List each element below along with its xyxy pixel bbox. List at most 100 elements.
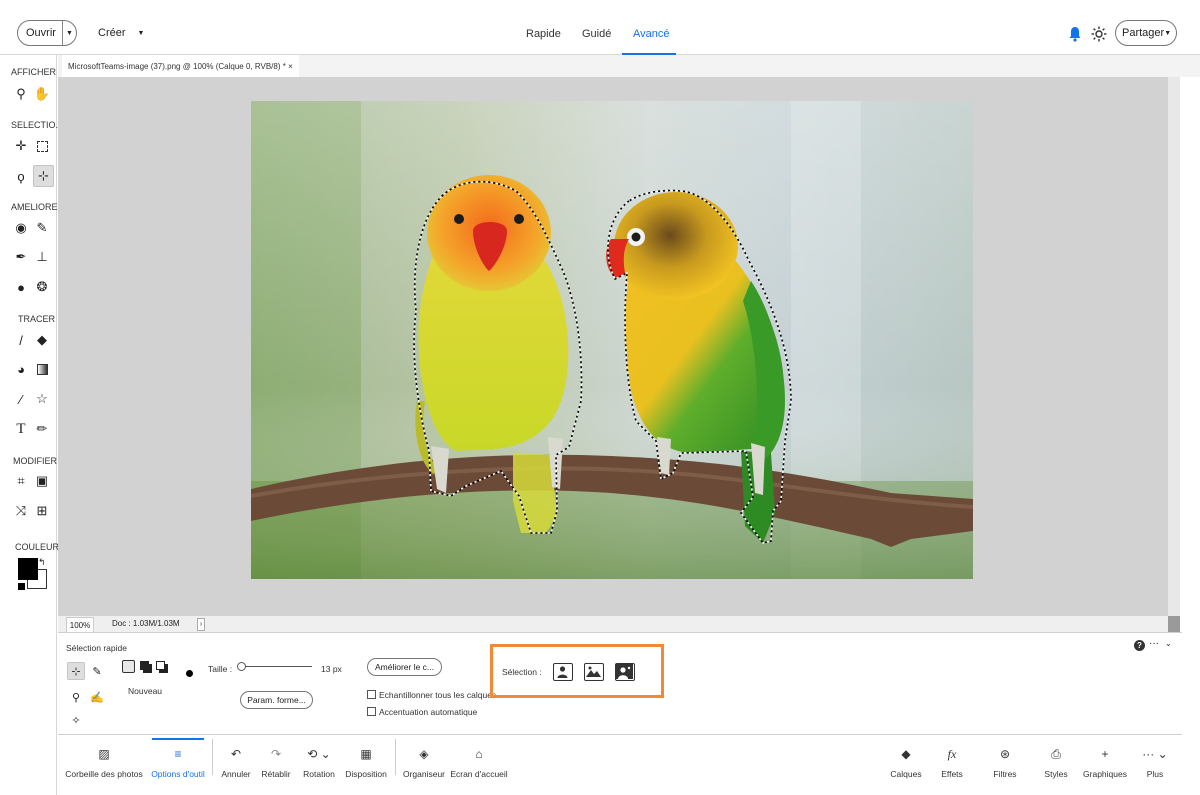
- layers-button[interactable]: ◆ Calques: [890, 735, 922, 779]
- spot-healing-icon[interactable]: ✎: [33, 219, 51, 237]
- filters-button[interactable]: ⊛ Filtres: [991, 735, 1019, 779]
- open-button-label[interactable]: Ouvrir: [18, 21, 63, 45]
- theme-icon[interactable]: [1091, 26, 1107, 42]
- size-slider-handle[interactable]: [237, 662, 246, 671]
- status-bar: 100% Doc : 1.03M/1.03M ›: [58, 616, 1168, 633]
- tab-guided[interactable]: Guidé: [582, 28, 611, 40]
- add-selection-icon[interactable]: [140, 661, 149, 670]
- redo-button[interactable]: ↷ Rétablir: [260, 735, 292, 779]
- content-aware-move-icon[interactable]: ⤨: [12, 502, 30, 520]
- refine-edge-button[interactable]: Améliorer le c...: [367, 658, 442, 676]
- rotate-button[interactable]: ⟲ ⌄ Rotation: [303, 735, 335, 779]
- size-slider[interactable]: [240, 666, 312, 667]
- section-color: COULEUR: [15, 542, 60, 552]
- new-selection-icon[interactable]: [122, 660, 135, 673]
- create-button-label[interactable]: Créer: [98, 27, 126, 39]
- magic-wand-icon[interactable]: ✧: [67, 711, 85, 729]
- crop-icon[interactable]: ⌗: [12, 472, 30, 490]
- paint-bucket-icon[interactable]: ◕: [12, 360, 30, 378]
- auto-enhance-label: Accentuation automatique: [379, 707, 478, 717]
- select-subject-icon[interactable]: [553, 663, 573, 681]
- foreground-color-swatch[interactable]: [18, 558, 38, 580]
- collapse-icon[interactable]: ⌄: [1165, 639, 1172, 648]
- open-button[interactable]: Ouvrir ▼: [17, 20, 77, 46]
- organizer-icon: ◈: [419, 747, 429, 761]
- bottom-bar: ▨ Corbeille des photos ≡ Options d'outil ↶…: [58, 734, 1182, 795]
- custom-shape-icon[interactable]: ☆: [33, 390, 51, 408]
- clone-stamp-icon[interactable]: ⊥: [33, 248, 51, 266]
- parrots-photo[interactable]: [251, 101, 973, 579]
- help-icon[interactable]: ?: [1134, 640, 1145, 651]
- layout-icon: ▦: [360, 747, 372, 761]
- tools-panel: AFFICHER ⚲ ✋ SELECTIO... ✛ ϙ ⊹ AMELIORER…: [0, 55, 64, 795]
- lasso-icon[interactable]: ϙ: [12, 167, 30, 185]
- effects-button[interactable]: fx Effets: [939, 735, 965, 779]
- blur-icon[interactable]: ●: [12, 278, 30, 296]
- zoom-icon[interactable]: ⚲: [12, 85, 30, 103]
- move-icon[interactable]: ✛: [12, 137, 30, 155]
- filters-label: Filtres: [993, 769, 1017, 779]
- eyedropper-icon[interactable]: ⁄: [12, 390, 30, 408]
- organizer-label: Organiseur: [402, 769, 446, 779]
- create-button[interactable]: Créer ▼: [90, 20, 153, 46]
- size-value: 13 px: [321, 664, 342, 674]
- organizer-button[interactable]: ◈ Organiseur: [402, 735, 446, 779]
- chevron-down-icon[interactable]: ▼: [1164, 30, 1171, 37]
- home-screen-button[interactable]: ⌂ Ecran d'accueil: [450, 735, 507, 779]
- hand-icon[interactable]: ✋: [33, 85, 51, 103]
- chevron-right-icon[interactable]: ›: [197, 618, 205, 631]
- tab-expert[interactable]: Avancé: [633, 28, 670, 40]
- auto-selection-icon[interactable]: ⚲: [67, 688, 85, 706]
- bell-icon[interactable]: [1068, 26, 1082, 42]
- section-view: AFFICHER: [11, 67, 56, 77]
- refine-brush-icon[interactable]: ✍: [88, 688, 106, 706]
- brush-tip-icon: [186, 670, 193, 677]
- pencil-icon[interactable]: ✏: [33, 420, 51, 438]
- quick-selection-icon[interactable]: ⊹: [67, 662, 85, 680]
- smart-brush-icon[interactable]: ✒: [12, 248, 30, 266]
- layers-icon: ◆: [901, 747, 911, 761]
- styles-button[interactable]: ⎙ Styles: [1043, 735, 1069, 779]
- subtract-selection-icon[interactable]: [156, 661, 165, 670]
- tab-quick[interactable]: Rapide: [526, 28, 561, 40]
- tool-options-button[interactable]: ≡ Options d'outil: [150, 735, 206, 779]
- styles-label: Styles: [1044, 769, 1068, 779]
- chevron-down-icon[interactable]: ▼: [63, 30, 76, 37]
- gradient-icon[interactable]: [33, 360, 51, 378]
- auto-enhance-checkbox[interactable]: [367, 707, 376, 716]
- sponge-icon[interactable]: ❂: [33, 278, 51, 296]
- document-tab[interactable]: MicrosoftTeams-image (37).png @ 100% (Ca…: [62, 55, 299, 77]
- red-eye-icon[interactable]: ◉: [12, 219, 30, 237]
- default-colors-icon[interactable]: [18, 583, 25, 590]
- graphics-button[interactable]: + Graphiques: [1083, 735, 1127, 779]
- sample-all-layers-checkbox[interactable]: [367, 690, 376, 699]
- effects-label: Effets: [941, 769, 963, 779]
- photo-bin-button[interactable]: ▨ Corbeille des photos: [64, 735, 144, 779]
- selection-brush-icon[interactable]: ✎: [88, 662, 106, 680]
- undo-button[interactable]: ↶ Annuler: [221, 735, 251, 779]
- undo-label: Annuler: [221, 769, 251, 779]
- styles-icon: ⎙: [1051, 747, 1061, 761]
- scrollbar-thumb[interactable]: [1168, 616, 1180, 632]
- chevron-down-icon[interactable]: ▼: [138, 30, 145, 37]
- share-button[interactable]: Partager ▼: [1115, 20, 1177, 46]
- swap-colors-icon[interactable]: ↰: [38, 557, 46, 568]
- layout-button[interactable]: ▦ Disposition: [345, 735, 387, 779]
- layout-label: Disposition: [345, 769, 387, 779]
- type-icon[interactable]: T: [12, 420, 30, 438]
- select-background-icon[interactable]: [615, 663, 635, 681]
- brush-settings-button[interactable]: Param. forme...: [240, 691, 313, 709]
- eraser-icon[interactable]: ◆: [33, 331, 51, 349]
- quick-selection-icon[interactable]: ⊹: [33, 165, 54, 187]
- vertical-scrollbar[interactable]: [1168, 77, 1180, 616]
- tool-options-label: Options d'outil: [151, 769, 205, 779]
- zoom-field[interactable]: 100%: [66, 617, 94, 633]
- share-button-label[interactable]: Partager: [1122, 27, 1164, 39]
- brush-icon[interactable]: /: [12, 331, 30, 349]
- straighten-icon[interactable]: ⊞: [33, 502, 51, 520]
- more-button[interactable]: ··· ⌄ Plus: [1140, 735, 1170, 779]
- select-sky-icon[interactable]: [584, 663, 604, 681]
- recompose-icon[interactable]: ▣: [33, 472, 51, 490]
- more-options-icon[interactable]: ···: [1149, 638, 1159, 649]
- marquee-icon[interactable]: [33, 137, 51, 155]
